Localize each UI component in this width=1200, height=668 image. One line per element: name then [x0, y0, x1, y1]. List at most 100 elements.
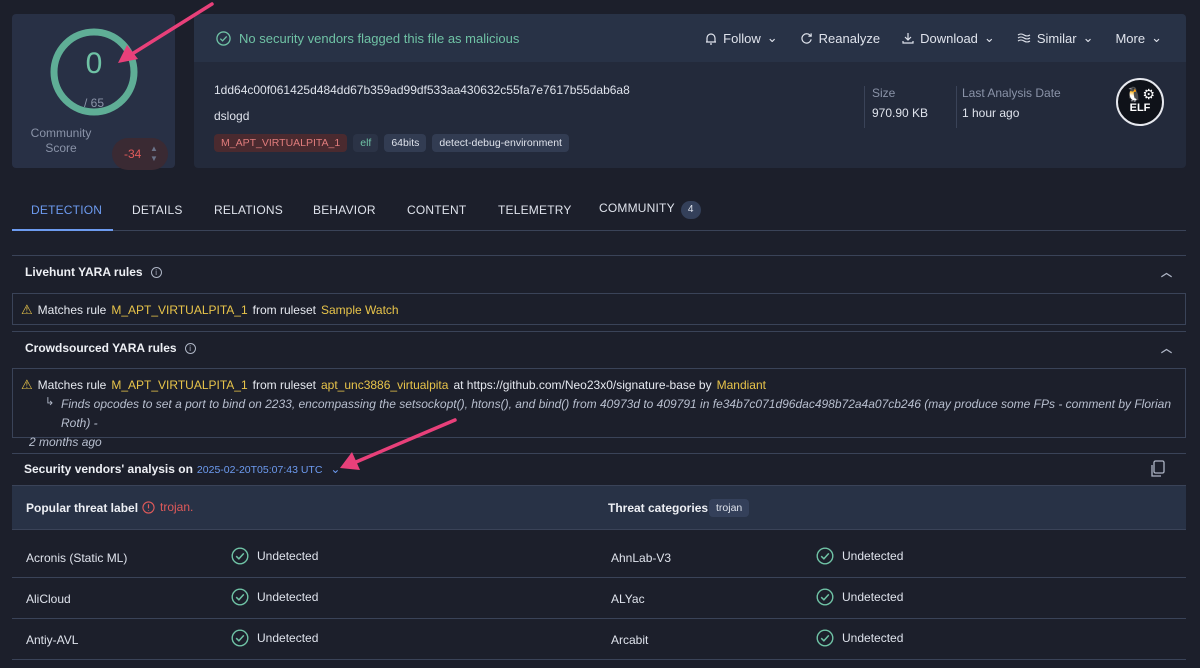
community-score-label: Community Score	[30, 126, 92, 155]
alert-circle-icon	[142, 500, 155, 514]
status-message: No security vendors flagged this file as…	[216, 31, 519, 46]
similar-label: Similar	[1036, 30, 1077, 46]
chevron-down-icon: ⌄	[766, 30, 778, 45]
crowdsourced-rule-match: ⚠ Matches rule M_APT_VIRTUALPITA_1 from …	[12, 368, 1186, 449]
file-hash[interactable]: 1dd64c00f061425d484dd67b359ad99df533aa43…	[214, 83, 630, 97]
tag-yara-rule[interactable]: M_APT_VIRTUALPITA_1	[214, 134, 348, 152]
community-count-badge: 4	[680, 201, 701, 219]
follow-button[interactable]: Follow ⌄	[705, 30, 778, 46]
vendor-result: Undetected	[816, 547, 903, 565]
tab-label: CONTENT	[407, 203, 467, 217]
vendor-result: Undetected	[231, 629, 318, 647]
file-size-value: 970.90 KB	[872, 106, 929, 120]
tab-details[interactable]: DETAILS	[132, 195, 183, 231]
vendor-analysis-header: Security vendors' analysis on 2025-02-20T…	[12, 453, 1186, 485]
result-text: Undetected	[257, 631, 319, 645]
linux-penguin-icon: 🐧⚙	[1125, 86, 1155, 102]
rule-description-line2: 2 months ago	[29, 435, 102, 449]
vendor-name: AliCloud	[26, 592, 71, 606]
chevron-down-icon[interactable]: ⌄	[330, 462, 340, 476]
action-toolbar: Follow ⌄ Reanalyze Download ⌄ Similar ⌄ …	[705, 30, 1162, 46]
popular-threat-text: trojan.	[160, 500, 194, 514]
bell-icon	[706, 32, 717, 45]
threat-category-chip[interactable]: trojan	[709, 499, 750, 517]
detection-count: 0	[85, 47, 103, 80]
chevron-up-icon[interactable]: ︿	[1161, 340, 1172, 356]
report-tabs: DETECTION DETAILS RELATIONS BEHAVIOR CON…	[12, 195, 1186, 231]
follow-label: Follow	[723, 30, 761, 46]
table-row: Acronis (Static ML) Undetected AhnLab-V3…	[12, 537, 1186, 578]
tab-label: DETAILS	[132, 203, 183, 217]
ruleset-link[interactable]: Sample Watch	[321, 303, 399, 317]
match-prefix: Matches rule	[37, 378, 107, 392]
vendor-result: Undetected	[231, 547, 318, 565]
tab-label: RELATIONS	[214, 203, 283, 217]
crowdsourced-yara-header[interactable]: Crowdsourced YARA rules i ︿	[12, 331, 1186, 363]
tag-64bits[interactable]: 64bits	[384, 134, 427, 152]
community-score-value: -34	[124, 147, 142, 161]
tab-content[interactable]: CONTENT	[407, 195, 466, 231]
result-text: Undetected	[257, 549, 319, 563]
popular-threat-label: Popular threat label	[26, 501, 139, 515]
tab-detection[interactable]: DETECTION	[12, 195, 113, 231]
tab-label: COMMUNITY	[599, 201, 675, 215]
copy-icon[interactable]	[1150, 460, 1166, 481]
status-message-text: No security vendors flagged this file as…	[239, 31, 520, 46]
reanalyze-label: Reanalyze	[818, 30, 881, 46]
ruleset-link[interactable]: apt_unc3886_virtualpita	[321, 378, 448, 392]
tag-elf[interactable]: elf	[353, 134, 379, 152]
chevron-down-icon: ⌄	[983, 30, 995, 45]
reanalyze-button[interactable]: Reanalyze	[800, 30, 880, 46]
vendor-name: Arcabit	[611, 633, 649, 647]
threat-categories-label: Threat categories	[608, 501, 709, 515]
check-circle-icon	[816, 588, 834, 606]
check-circle-icon	[231, 629, 249, 647]
rule-link[interactable]: M_APT_VIRTUALPITA_1	[111, 378, 247, 392]
divider	[956, 86, 957, 128]
last-analysis-date: Last Analysis Date 1 hour ago	[962, 86, 1061, 120]
download-icon	[902, 33, 914, 44]
vendor-name: Acronis (Static ML)	[26, 551, 128, 565]
vendor-result: Undetected	[231, 588, 318, 606]
chevron-up-icon[interactable]: ︿	[1161, 264, 1172, 280]
divider	[864, 86, 865, 128]
warning-icon: ⚠	[21, 377, 33, 392]
check-circle-icon	[231, 588, 249, 606]
file-name: dslogd	[214, 109, 250, 123]
more-label: More	[1115, 30, 1146, 46]
chevron-down-icon: ⌄	[1151, 30, 1162, 45]
info-icon[interactable]: i	[184, 342, 196, 354]
vote-arrows-icon[interactable]: ▲ ▼	[150, 144, 158, 164]
author-link[interactable]: Mandiant	[717, 378, 766, 392]
warning-icon: ⚠	[21, 302, 33, 317]
rule-link[interactable]: M_APT_VIRTUALPITA_1	[111, 303, 247, 317]
tag-detect-debug-environment[interactable]: detect-debug-environment	[432, 134, 569, 152]
community-score-widget[interactable]: -34 ▲ ▼	[112, 138, 168, 170]
info-icon[interactable]: i	[150, 266, 162, 278]
livehunt-yara-header[interactable]: Livehunt YARA rules i ︿	[12, 255, 1186, 287]
rule-description: ↳ Finds opcodes to set a port to bind on…	[29, 395, 1181, 452]
file-type-icon: 🐧⚙ ELF	[1116, 78, 1164, 126]
tab-community[interactable]: COMMUNITY 4	[599, 195, 701, 231]
refresh-icon	[801, 32, 812, 44]
vendor-name: ALYac	[611, 592, 645, 606]
similar-icon	[1017, 33, 1031, 43]
tab-telemetry[interactable]: TELEMETRY	[498, 195, 572, 231]
download-button[interactable]: Download ⌄	[902, 30, 995, 46]
more-button[interactable]: More ⌄	[1115, 30, 1162, 46]
livehunt-rule-match: ⚠ Matches rule M_APT_VIRTUALPITA_1 from …	[12, 293, 1186, 325]
tab-relations[interactable]: RELATIONS	[214, 195, 283, 231]
last-analysis-label: Last Analysis Date	[962, 86, 1061, 100]
popular-threat-value: trojan.	[142, 500, 193, 514]
tab-label: BEHAVIOR	[313, 203, 376, 217]
detection-score-card: 0 / 65 Community Score -34 ▲ ▼	[12, 14, 175, 170]
engine-total: / 65	[83, 96, 104, 110]
similar-button[interactable]: Similar ⌄	[1017, 30, 1094, 46]
result-text: Undetected	[257, 590, 319, 604]
tab-label: DETECTION	[31, 203, 103, 217]
analysis-date: 2025-02-20T05:07:43 UTC	[196, 464, 323, 476]
tab-behavior[interactable]: BEHAVIOR	[313, 195, 376, 231]
last-analysis-value: 1 hour ago	[962, 106, 1020, 120]
file-size-label: Size	[872, 86, 896, 100]
chevron-down-icon: ⌄	[1082, 30, 1094, 45]
